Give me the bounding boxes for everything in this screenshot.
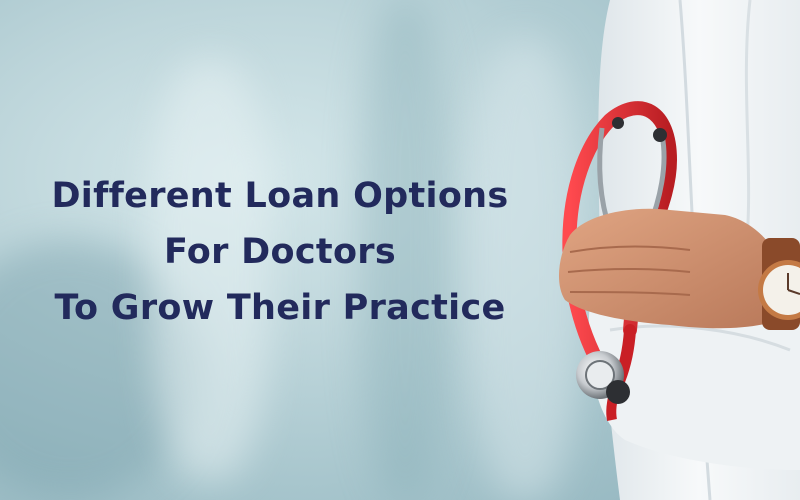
doctor-with-stethoscope-icon [558, 0, 800, 500]
headline-line-3: To Grow Their Practice [54, 288, 506, 328]
headline-line-1: Different Loan Options [51, 176, 509, 216]
hand [558, 208, 780, 329]
headline-line-2: For Doctors [164, 232, 396, 272]
headline: Different Loan Options For Doctors To Gr… [0, 168, 560, 336]
banner-image: Different Loan Options For Doctors To Gr… [0, 0, 800, 500]
